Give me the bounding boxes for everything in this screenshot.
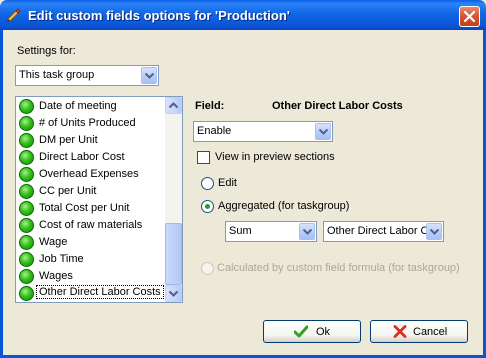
status-green-icon bbox=[19, 286, 34, 301]
status-green-icon bbox=[19, 99, 34, 114]
cross-icon bbox=[393, 325, 407, 341]
settings-for-value: This task group bbox=[19, 69, 95, 81]
field-state-dropdown[interactable]: Enable bbox=[193, 121, 333, 142]
scroll-down-button[interactable] bbox=[165, 285, 182, 302]
list-item[interactable]: Wage bbox=[18, 234, 166, 251]
status-green-icon bbox=[19, 116, 34, 131]
status-green-icon bbox=[19, 133, 34, 148]
settings-for-label: Settings for: bbox=[17, 45, 76, 57]
ok-button[interactable]: Ok bbox=[263, 320, 361, 343]
chevron-down-icon[interactable] bbox=[141, 67, 157, 84]
list-item-selected[interactable]: Other Direct Labor Costs bbox=[18, 285, 166, 302]
list-scrollbar[interactable] bbox=[165, 97, 182, 302]
list-item[interactable]: Overhead Expenses bbox=[18, 166, 166, 183]
list-item[interactable]: CC per Unit bbox=[18, 183, 166, 200]
status-green-icon bbox=[19, 252, 34, 267]
list-item[interactable]: Wages bbox=[18, 268, 166, 285]
aggregate-field-dropdown[interactable]: Other Direct Labor C bbox=[323, 221, 444, 242]
calculated-radio[interactable] bbox=[201, 262, 214, 275]
calculated-label: Calculated by custom field formula (for … bbox=[217, 262, 460, 274]
scroll-up-button[interactable] bbox=[165, 97, 182, 114]
field-name: Other Direct Labor Costs bbox=[272, 100, 403, 112]
list-item[interactable]: Date of meeting bbox=[18, 98, 166, 115]
custom-fields-list[interactable]: Date of meeting # of Units Produced DM p… bbox=[15, 96, 183, 303]
status-green-icon bbox=[19, 201, 34, 216]
checkmark-icon bbox=[293, 325, 309, 341]
app-icon bbox=[6, 7, 22, 23]
field-label: Field: bbox=[195, 100, 225, 112]
chevron-down-icon[interactable] bbox=[299, 223, 315, 240]
chevron-down-icon[interactable] bbox=[426, 223, 442, 240]
list-item-label: Wage bbox=[39, 236, 68, 248]
list-item[interactable]: Cost of raw materials bbox=[18, 217, 166, 234]
list-item[interactable]: # of Units Produced bbox=[18, 115, 166, 132]
aggregate-field-value: Other Direct Labor C bbox=[327, 225, 427, 237]
field-state-value: Enable bbox=[197, 125, 232, 137]
settings-for-dropdown[interactable]: This task group bbox=[15, 65, 159, 86]
list-item-label: # of Units Produced bbox=[39, 117, 136, 129]
window-title: Edit custom fields options for 'Producti… bbox=[28, 8, 290, 23]
close-button[interactable] bbox=[459, 6, 480, 27]
list-item[interactable]: Total Cost per Unit bbox=[18, 200, 166, 217]
list-item-label: Total Cost per Unit bbox=[39, 202, 130, 214]
list-item[interactable]: Direct Labor Cost bbox=[18, 149, 166, 166]
list-item-label: Wages bbox=[39, 270, 73, 282]
aggregate-function-dropdown[interactable]: Sum bbox=[225, 221, 317, 242]
status-green-icon bbox=[19, 184, 34, 199]
status-green-icon bbox=[19, 218, 34, 233]
view-in-preview-checkbox[interactable] bbox=[197, 151, 210, 164]
chevron-down-icon[interactable] bbox=[315, 123, 331, 140]
ok-button-label: Ok bbox=[316, 326, 331, 338]
aggregated-label: Aggregated (for taskgroup) bbox=[218, 200, 350, 212]
aggregate-function-value: Sum bbox=[229, 225, 252, 237]
scroll-thumb[interactable] bbox=[165, 223, 182, 285]
status-green-icon bbox=[19, 167, 34, 182]
list-item-label: Job Time bbox=[39, 253, 84, 265]
list-item-label: Direct Labor Cost bbox=[39, 151, 125, 163]
status-green-icon bbox=[19, 235, 34, 250]
cancel-button[interactable]: Cancel bbox=[370, 320, 468, 343]
list-item[interactable]: Job Time bbox=[18, 251, 166, 268]
edit-label: Edit bbox=[218, 177, 237, 189]
list-item-label: Date of meeting bbox=[39, 100, 117, 112]
status-green-icon bbox=[19, 150, 34, 165]
list-item-label: Cost of raw materials bbox=[39, 219, 143, 231]
edit-radio[interactable] bbox=[201, 177, 214, 190]
title-bar[interactable]: Edit custom fields options for 'Producti… bbox=[0, 0, 486, 30]
aggregated-radio[interactable] bbox=[201, 200, 214, 213]
list-item-label: Overhead Expenses bbox=[39, 168, 139, 180]
list-item-label: Other Direct Labor Costs bbox=[36, 285, 164, 299]
cancel-button-label: Cancel bbox=[413, 326, 448, 338]
list-item-label: DM per Unit bbox=[39, 134, 98, 146]
list-item[interactable]: DM per Unit bbox=[18, 132, 166, 149]
list-item-label: CC per Unit bbox=[39, 185, 97, 197]
view-in-preview-label: View in preview sections bbox=[215, 151, 335, 163]
status-green-icon bbox=[19, 269, 34, 284]
